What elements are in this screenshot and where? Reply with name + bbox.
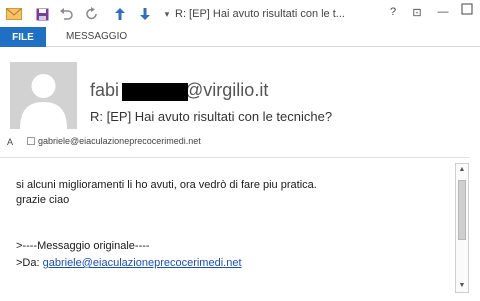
sender-address-domain: @virgilio.it — [185, 80, 269, 100]
scroll-down-icon[interactable]: ▼ — [457, 281, 467, 291]
quote-from-link[interactable]: gabriele@eiaculazioneprecocerimedi.net — [43, 257, 242, 269]
help-button[interactable]: ? — [384, 6, 402, 18]
subject: R: [EP] Hai avuto risultati con le tecni… — [90, 109, 333, 124]
person-icon — [20, 74, 67, 129]
message-header: fabi @virgilio.it R: [EP] Hai avuto risul… — [0, 47, 480, 157]
save-icon[interactable] — [34, 6, 50, 22]
redo-icon[interactable] — [84, 6, 100, 22]
quote-from: >Da: gabriele@eiaculazioneprecocerimedi.… — [16, 257, 242, 269]
redaction-bar — [122, 83, 188, 101]
quote-from-label: >Da: — [16, 257, 43, 269]
message-body: si alcuni miglioramenti li ho avuti, ora… — [0, 157, 470, 301]
ribbon-display-button[interactable]: ⊡ — [408, 6, 426, 19]
quote-header: >----Messaggio originale---- — [16, 240, 150, 252]
ribbon-tabs: FILE MESSAGGIO — [0, 27, 480, 47]
sender-address-prefix: fabi — [90, 80, 120, 100]
minimize-button[interactable]: — — [434, 6, 452, 18]
window-title: R: [EP] Hai avuto risultati con le t... — [175, 8, 345, 20]
to-label: A — [7, 137, 14, 147]
recipient-address[interactable]: gabriele@eiaculazioneprecocerimedi.net — [38, 136, 201, 146]
tab-file[interactable]: FILE — [0, 27, 46, 47]
undo-icon[interactable] — [58, 6, 74, 22]
body-line-1: si alcuni miglioramenti li ho avuti, ora… — [16, 179, 317, 191]
body-line-2: grazie ciao — [16, 194, 70, 206]
arrow-up-icon[interactable] — [112, 6, 128, 22]
customize-toolbar-icon[interactable]: ▾ — [159, 6, 175, 22]
maximize-button[interactable] — [458, 3, 476, 18]
recipient-checkbox[interactable] — [27, 137, 35, 145]
body-scrollbar[interactable]: ▲ ▼ — [455, 163, 469, 293]
scroll-thumb[interactable] — [458, 180, 466, 240]
mail-icon — [6, 6, 22, 22]
quick-access-toolbar: ▾ R: [EP] Hai avuto risultati con le t..… — [0, 0, 480, 27]
avatar — [10, 62, 77, 129]
arrow-down-icon[interactable] — [137, 6, 153, 22]
scroll-up-icon[interactable]: ▲ — [457, 165, 467, 175]
tab-message[interactable]: MESSAGGIO — [66, 31, 127, 42]
